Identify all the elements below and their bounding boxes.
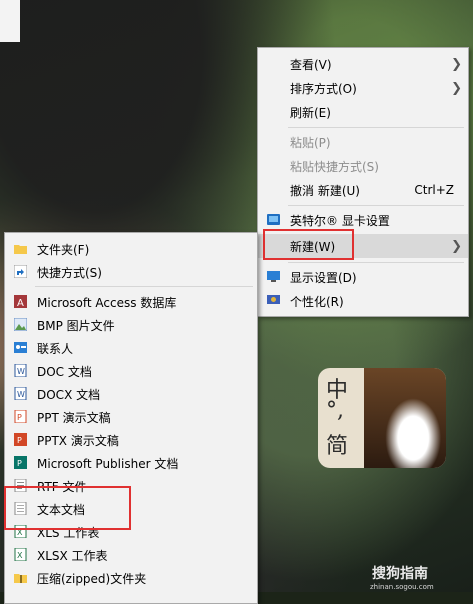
wedding-photo [364,368,446,468]
svg-text:W: W [17,367,25,376]
contact-icon [14,342,27,353]
svg-text:W: W [17,390,25,399]
shortcut-label: Ctrl+Z [414,183,454,197]
ppt-icon: P [14,410,27,423]
submenu-item-xlsx[interactable]: X XLSX 工作表 [5,543,257,567]
highlight-box-new [263,229,354,260]
docx-icon: W [14,387,27,400]
wedding-photo-card: 中 °, 简 [318,368,446,468]
submenu-item-access[interactable]: A Microsoft Access 数据库 [5,290,257,314]
xlsx-icon: X [14,548,27,561]
submenu-item-contact[interactable]: 联系人 [5,336,257,360]
bmp-icon [14,318,27,331]
menu-item-paste-shortcut[interactable]: 粘贴快捷方式(S) [258,154,468,178]
watermark-logo: 搜狗指南 [372,566,428,582]
menu-item-display-settings[interactable]: 显示设置(D) [258,265,468,289]
chevron-right-icon: ❯ [451,80,462,96]
card-char-2: °, [326,398,344,423]
doc-icon: W [14,364,27,377]
menu-item-view[interactable]: 查看(V) ❯ [258,52,468,76]
new-submenu: 文件夹(F) 快捷方式(S) A Microsoft Access 数据库 BM… [4,232,258,604]
folder-icon [14,245,27,254]
menu-separator [288,205,464,206]
menu-item-undo-new[interactable]: 撤消 新建(U) Ctrl+Z [258,178,468,202]
svg-text:P: P [17,436,22,445]
svg-text:P: P [17,459,22,468]
svg-text:A: A [17,298,24,308]
submenu-item-bmp[interactable]: BMP 图片文件 [5,313,257,337]
card-char-3: 简 [326,434,349,459]
zip-folder-icon [14,574,27,583]
menu-separator [288,127,464,128]
menu-item-personalize[interactable]: 个性化(R) [258,289,468,313]
menu-item-refresh[interactable]: 刷新(E) [258,100,468,124]
window-edge [0,0,20,42]
access-icon: A [14,295,27,308]
personalize-icon [267,295,280,304]
chevron-right-icon: ❯ [451,238,462,254]
highlight-box-text-document [4,486,131,530]
menu-separator [288,262,464,263]
menu-item-paste[interactable]: 粘贴(P) [258,130,468,154]
menu-item-sort[interactable]: 排序方式(O) ❯ [258,76,468,100]
submenu-item-zip-folder[interactable]: 压缩(zipped)文件夹 [5,566,257,590]
svg-text:P: P [17,413,22,422]
chevron-right-icon: ❯ [451,56,462,72]
submenu-item-ppt[interactable]: P PPT 演示文稿 [5,405,257,429]
pptx-icon: P [14,433,27,446]
publisher-icon: P [14,456,27,469]
menu-separator [35,286,253,287]
submenu-item-doc[interactable]: W DOC 文档 [5,359,257,383]
svg-text:X: X [17,551,23,560]
intel-graphics-icon [267,214,280,225]
shortcut-icon [14,265,27,278]
desktop-context-menu: 查看(V) ❯ 排序方式(O) ❯ 刷新(E) 粘贴(P) 粘贴快捷方式(S) … [257,47,469,317]
submenu-item-publisher[interactable]: P Microsoft Publisher 文档 [5,451,257,475]
watermark-url: zhinan.sogou.com [370,583,434,591]
submenu-item-shortcut[interactable]: 快捷方式(S) [5,260,257,284]
submenu-item-folder[interactable]: 文件夹(F) [5,237,257,261]
display-settings-icon [267,271,280,282]
submenu-item-docx[interactable]: W DOCX 文档 [5,382,257,406]
submenu-item-pptx[interactable]: P PPTX 演示文稿 [5,428,257,452]
